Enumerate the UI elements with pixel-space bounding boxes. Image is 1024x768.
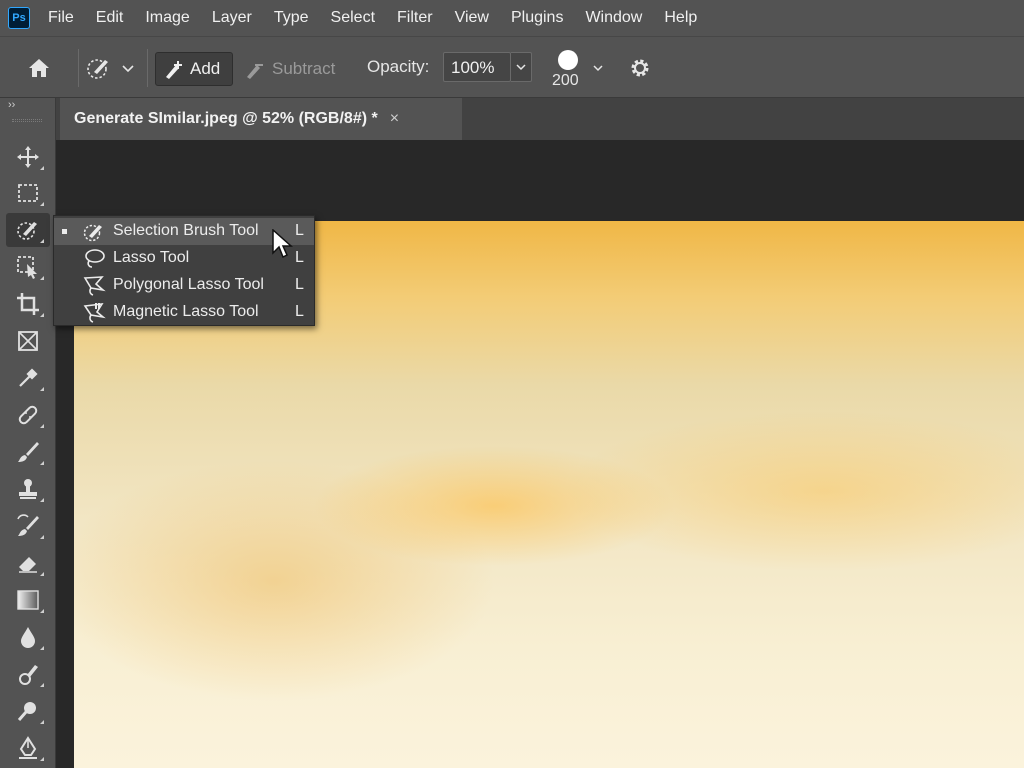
brush-size-value[interactable]: 200 [552, 72, 579, 90]
opacity-input[interactable]: 100% [443, 52, 511, 82]
brush-preview-icon[interactable] [558, 50, 578, 70]
home-button[interactable] [26, 37, 52, 99]
subtract-mode-label: Subtract [272, 59, 336, 78]
marquee-tool[interactable] [6, 176, 50, 210]
menu-filter[interactable]: Filter [397, 9, 433, 27]
brush-subtract-icon [247, 64, 263, 79]
eraser-tool[interactable] [6, 546, 50, 580]
subtract-mode-button[interactable]: Subtract [243, 52, 343, 86]
settings-button[interactable] [628, 37, 652, 99]
frame-icon [18, 331, 38, 351]
tool-preset-picker[interactable] [85, 37, 135, 99]
brush-tool[interactable] [6, 435, 50, 469]
flyout-item-magnetic-lasso[interactable]: Magnetic Lasso Tool L [54, 299, 314, 326]
menu-select[interactable]: Select [331, 9, 375, 27]
opacity-dropdown-button[interactable] [511, 52, 532, 82]
mouse-cursor-icon [272, 229, 293, 259]
flyout-item-shortcut: L [295, 276, 304, 293]
add-mode-button[interactable]: Add [155, 52, 233, 86]
dodge-tool[interactable] [6, 657, 50, 691]
brush-add-icon [166, 61, 182, 79]
flyout-item-label: Selection Brush Tool [113, 222, 259, 239]
blur-tool[interactable] [6, 620, 50, 654]
pen-tool[interactable] [6, 731, 50, 765]
object-selection-icon [17, 256, 37, 279]
chevron-down-icon [593, 65, 603, 72]
brush-settings-dropdown[interactable] [592, 37, 604, 99]
move-icon [17, 146, 39, 168]
blur-icon [21, 627, 35, 648]
flyout-item-shortcut: L [295, 303, 304, 320]
gradient-tool[interactable] [6, 583, 50, 617]
panel-grip[interactable] [12, 119, 42, 122]
marquee-icon [18, 184, 38, 202]
current-tool-marker [62, 229, 67, 234]
eyedropper-tool[interactable] [6, 361, 50, 395]
menu-window[interactable]: Window [585, 9, 642, 27]
flyout-item-label: Magnetic Lasso Tool [113, 303, 259, 320]
menu-bar: Ps File Edit Image Layer Type Select Fil… [0, 0, 1024, 36]
document-tab[interactable]: Generate SImilar.jpeg @ 52% (RGB/8#) * × [60, 98, 462, 140]
eyedropper-icon [19, 368, 38, 387]
flyout-item-label: Polygonal Lasso Tool [113, 276, 264, 293]
healing-icon [18, 405, 38, 425]
history-brush-tool[interactable] [6, 509, 50, 543]
selection-brush-icon [17, 222, 37, 240]
crop-tool[interactable] [6, 287, 50, 321]
stamp-tool[interactable] [6, 472, 50, 506]
flyout-item-shortcut: L [295, 249, 304, 266]
gradient-icon [17, 590, 39, 610]
polygonal-lasso-icon [83, 276, 106, 296]
lasso-icon [85, 249, 105, 268]
menu-edit[interactable]: Edit [96, 9, 124, 27]
history-brush-icon [17, 514, 39, 536]
frame-tool[interactable] [6, 324, 50, 358]
menu-image[interactable]: Image [145, 9, 189, 27]
options-bar: Add Subtract Opacity: 100% 200 [0, 36, 1024, 98]
chevron-down-icon [122, 65, 134, 73]
close-icon[interactable]: × [390, 110, 399, 128]
menu-plugins[interactable]: Plugins [511, 9, 563, 27]
brush-icon [18, 442, 39, 462]
eraser-icon [19, 557, 37, 573]
document-tab-strip: Generate SImilar.jpeg @ 52% (RGB/8#) * × [56, 98, 1024, 140]
menu-layer[interactable]: Layer [212, 9, 252, 27]
dodge-icon [19, 665, 38, 685]
collapse-panel-button[interactable]: ›› [8, 99, 15, 111]
magnetic-lasso-icon [83, 303, 106, 323]
healing-tool[interactable] [6, 398, 50, 432]
photoshop-logo-icon: Ps [8, 7, 30, 29]
add-mode-label: Add [190, 59, 221, 78]
menu-file[interactable]: File [48, 9, 74, 27]
object-selection-tool[interactable] [6, 250, 50, 284]
zoom-tool[interactable] [6, 694, 50, 728]
pen-icon [19, 736, 37, 759]
move-tool[interactable] [6, 140, 50, 174]
menu-view[interactable]: View [455, 9, 489, 27]
flyout-item-shortcut: L [295, 222, 304, 239]
crop-icon [17, 293, 39, 315]
zoom-icon [17, 702, 36, 721]
menu-type[interactable]: Type [274, 9, 309, 27]
flyout-item-polygonal-lasso[interactable]: Polygonal Lasso Tool L [54, 272, 314, 299]
tools-panel: ›› [0, 98, 56, 768]
home-icon [29, 59, 49, 77]
selection-brush-icon [87, 59, 108, 79]
menu-help[interactable]: Help [664, 9, 697, 27]
selection-brush-icon [83, 224, 102, 242]
stamp-icon [19, 479, 37, 499]
gear-icon [631, 59, 649, 77]
selection-brush-tool[interactable] [6, 213, 50, 247]
chevron-down-icon [516, 64, 526, 71]
document-tab-title: Generate SImilar.jpeg @ 52% (RGB/8#) * [74, 110, 378, 127]
opacity-label: Opacity: [367, 57, 430, 76]
flyout-item-label: Lasso Tool [113, 249, 190, 266]
